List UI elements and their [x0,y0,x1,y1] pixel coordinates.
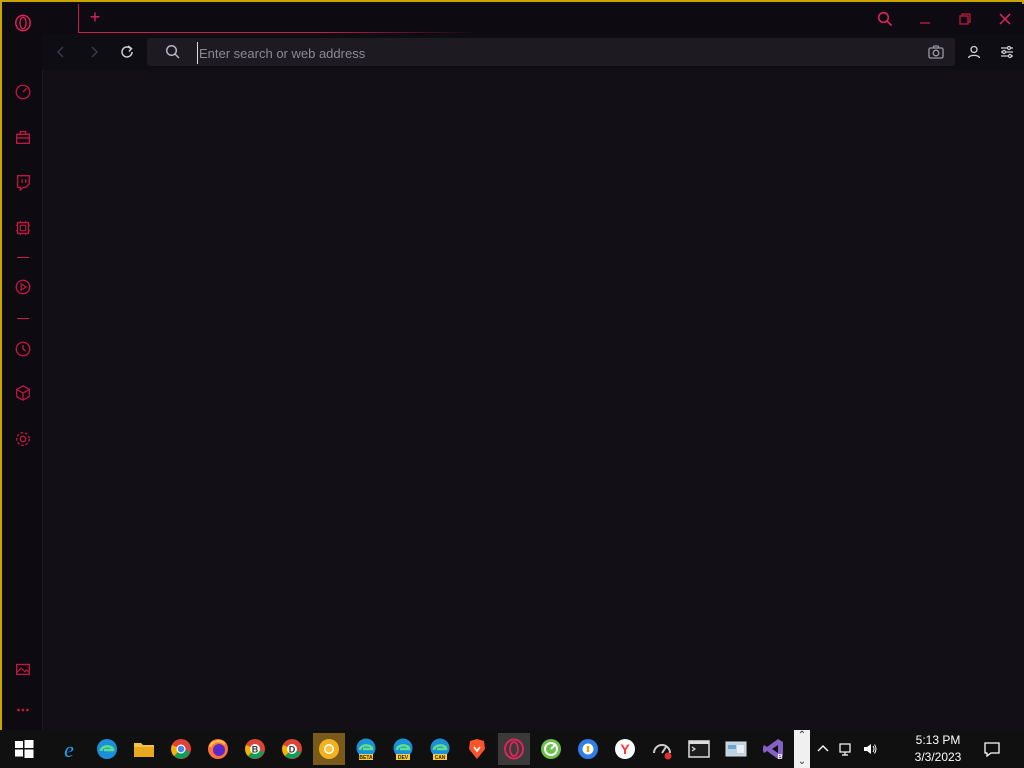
svg-text:CAN: CAN [435,755,446,761]
easy-setup-icon[interactable] [999,44,1015,60]
svg-text:Y: Y [620,741,630,757]
volume-icon[interactable] [862,741,878,757]
snapshot-icon[interactable] [927,43,945,61]
green-app-icon[interactable] [535,733,567,765]
sidebar [4,4,43,732]
internet-explorer-icon[interactable]: e [53,733,85,765]
settings-icon[interactable] [4,427,42,451]
svg-text:DEV: DEV [398,755,409,761]
gx-control-icon[interactable] [4,216,42,240]
edge-icon[interactable] [91,733,123,765]
twitch-icon[interactable] [4,170,42,194]
taskbar: e B D BETA DEV CAN Y B ⌃ ⌄ 5:13 PM 3/3/2… [0,730,1024,768]
speed-dial-icon[interactable] [4,80,42,104]
gx-corner-icon[interactable] [4,125,42,149]
notifications-icon[interactable] [983,740,1001,758]
yandex-icon[interactable]: Y [609,733,641,765]
browser-window: + [0,0,1024,732]
start-icon[interactable] [8,733,40,765]
toolbar [42,34,1024,70]
system-clock[interactable]: 5:13 PM 3/3/2023 [902,732,974,766]
terminal-icon[interactable] [683,733,715,765]
forward-icon[interactable] [85,43,103,61]
svg-text:BETA: BETA [359,755,373,761]
history-icon[interactable] [4,337,42,361]
scroll-down-icon[interactable]: ⌄ [798,756,806,768]
svg-text:B: B [252,745,259,755]
svg-text:B: B [777,754,782,761]
extensions-icon[interactable] [4,381,42,405]
network-icon[interactable] [838,741,854,757]
speed-test-icon[interactable] [646,733,678,765]
chrome-canary-icon[interactable] [313,733,345,765]
chrome-beta-icon[interactable]: B [239,733,271,765]
opera-gx-icon[interactable] [498,733,530,765]
restore-icon[interactable] [956,10,974,28]
sidebar-separator [17,318,29,319]
back-icon[interactable] [52,43,70,61]
brave-icon[interactable] [461,733,493,765]
firefox-icon[interactable] [202,733,234,765]
edge-canary-icon[interactable]: CAN [424,733,456,765]
address-bar [147,38,955,66]
edge-dev-icon[interactable]: DEV [387,733,419,765]
account-icon[interactable] [966,44,982,60]
svg-text:e: e [64,737,74,761]
tab-accent-line [78,4,79,32]
control-panel-icon[interactable] [720,733,752,765]
scroll-up-icon[interactable]: ⌃ [798,730,806,742]
wallpaper-icon[interactable] [4,657,42,681]
chrome-dev-icon[interactable]: D [276,733,308,765]
reload-icon[interactable] [118,43,136,61]
close-icon[interactable] [996,10,1014,28]
svg-text:D: D [289,745,296,755]
file-explorer-icon[interactable] [128,733,160,765]
show-hidden-icons-icon[interactable] [815,741,831,757]
address-input[interactable] [197,42,901,64]
chrome-icon[interactable] [165,733,197,765]
clock-time: 5:13 PM [915,733,961,747]
opera-logo-icon[interactable] [4,11,42,35]
taskbar-scroll[interactable]: ⌃ ⌄ [794,730,810,768]
tab-strip: + [42,4,1024,34]
more-icon[interactable] [4,698,42,722]
tab-underline [78,32,478,33]
new-tab-button[interactable]: + [86,8,104,26]
search-tabs-icon[interactable] [876,10,894,28]
search-icon [165,44,180,59]
page-content [43,70,1024,732]
sidebar-separator [17,257,29,258]
player-icon[interactable] [4,275,42,299]
clock-date: 3/3/2023 [914,750,962,764]
blue-app-icon[interactable] [572,733,604,765]
edge-beta-icon[interactable]: BETA [350,733,382,765]
visual-studio-icon[interactable]: B [757,733,789,765]
minimize-icon[interactable] [916,10,934,28]
